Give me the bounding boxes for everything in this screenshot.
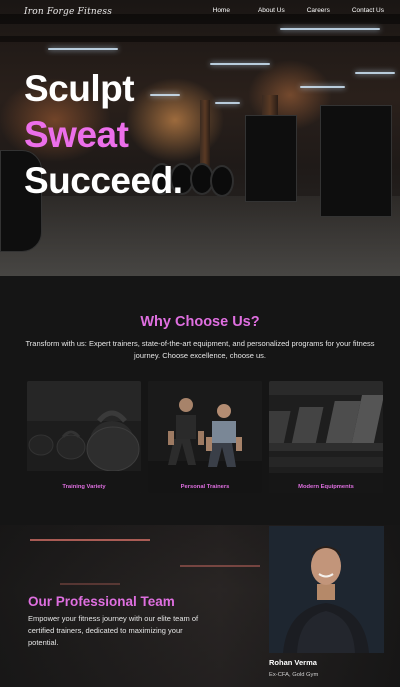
accent-light	[30, 539, 150, 541]
trainers-image	[148, 381, 262, 493]
feature-card-label: Training Variety	[62, 484, 106, 490]
gym-equipment-image	[269, 381, 383, 493]
ceiling-light	[215, 102, 240, 104]
trainer-name: Rohan Verma	[269, 658, 317, 667]
accent-light	[180, 565, 260, 567]
why-choose-title: Why Choose Us?	[140, 314, 260, 330]
hero-line-succeed: Succeed.	[24, 160, 183, 201]
trainer-portrait	[269, 526, 384, 653]
trainer-role: Ex-CFA, Gold Gym	[269, 672, 319, 678]
hero-line-sweat: Sweat	[24, 114, 129, 155]
hero-line-sculpt: Sculpt	[24, 68, 135, 109]
nav-links: Home About Us Careers Contact Us	[213, 7, 384, 14]
why-choose-description: Transform with us: Expert trainers, stat…	[25, 339, 375, 360]
kettlebell-image	[27, 381, 141, 493]
ceiling-light	[48, 48, 118, 50]
ceiling-light	[300, 86, 345, 88]
feature-card-label: Personal Trainers	[180, 484, 230, 490]
hero-section: Iron Forge Fitness Home About Us Careers…	[0, 0, 400, 276]
hero-headline: Sculpt Sweat Succeed.	[24, 68, 183, 208]
ceiling-light	[210, 63, 270, 65]
gym-machine	[320, 105, 392, 217]
brand-logo[interactable]: Iron Forge Fitness	[24, 7, 112, 17]
team-description: Empower your fitness journey with our el…	[28, 614, 199, 647]
feature-card-training-variety[interactable]: Training Variety	[27, 381, 141, 493]
ceiling-light	[355, 72, 395, 74]
feature-card-personal-trainers[interactable]: Personal Trainers	[148, 381, 262, 493]
nav-link-home[interactable]: Home	[213, 7, 230, 14]
nav-link-careers[interactable]: Careers	[307, 7, 330, 14]
trainer-photo[interactable]	[269, 526, 384, 653]
ceiling-beam	[0, 36, 400, 42]
top-nav: Iron Forge Fitness Home About Us Careers…	[0, 0, 400, 24]
team-title: Our Professional Team	[28, 594, 175, 609]
feature-card-modern-equipments[interactable]: Modern Equipments	[269, 381, 383, 493]
gym-machine	[245, 115, 297, 202]
feature-cards: Training Variety Personal Trainers Moder…	[27, 381, 384, 493]
feature-card-label: Modern Equipments	[298, 484, 354, 490]
weight-plate	[210, 165, 234, 197]
nav-link-contact-us[interactable]: Contact Us	[352, 7, 384, 14]
accent-light	[60, 583, 120, 585]
nav-link-about-us[interactable]: About Us	[258, 7, 285, 14]
ceiling-light	[280, 28, 380, 30]
